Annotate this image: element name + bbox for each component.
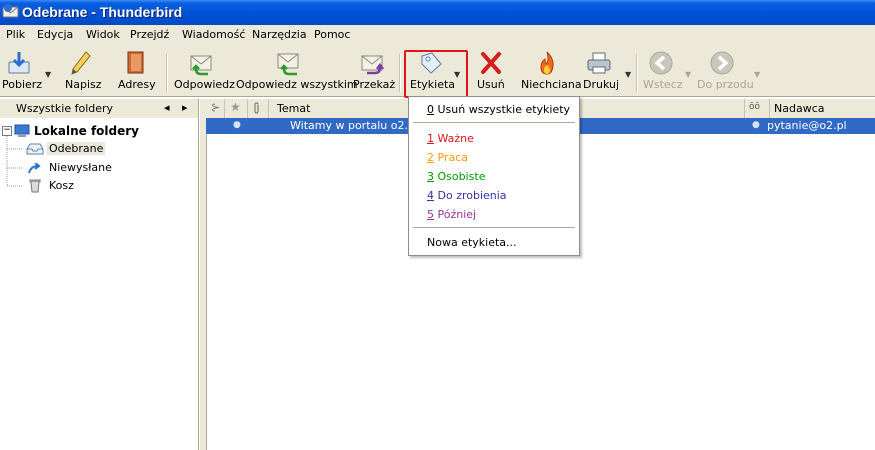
chevron-right-icon[interactable]: ▸ (182, 101, 188, 114)
thread-column[interactable]: ⊱ (206, 99, 225, 118)
menuitem-tag-personal[interactable]: 3 Osobiste (427, 170, 485, 183)
read-status-icon: ōō (749, 102, 761, 112)
read-dot-icon: ● (233, 120, 241, 130)
back-button[interactable]: Wstecz ▼ (641, 46, 693, 96)
menu-bar: Plik Edycja Widok Przejdź Wiadomość Narz… (0, 25, 875, 47)
forward-arrow-icon (710, 51, 734, 75)
chevron-down-icon[interactable]: ▼ (754, 70, 760, 79)
menu-separator (413, 227, 575, 228)
collapse-toggle[interactable]: − (2, 126, 12, 136)
folder-tree: − Lokalne foldery Odebrane Niewysłane Ko… (0, 118, 199, 450)
menu-message[interactable]: Wiadomość (182, 28, 245, 41)
trash-icon (29, 179, 41, 193)
toolbar-separator (166, 54, 168, 92)
sender-column[interactable]: Nadawca (770, 99, 875, 118)
chevron-down-icon[interactable]: ▼ (45, 70, 51, 79)
printer-icon (587, 52, 611, 74)
reply-button[interactable]: Odpowiedz (172, 46, 235, 96)
menu-view[interactable]: Widok (86, 28, 120, 41)
inbox-icon (26, 143, 44, 155)
forward-mail-icon (361, 55, 384, 75)
address-book-icon (127, 51, 144, 74)
delete-button[interactable]: Usuń (474, 46, 508, 96)
print-button[interactable]: Drukuj ▼ (581, 46, 633, 96)
attachment-column[interactable] (248, 99, 269, 118)
back-arrow-icon (649, 51, 673, 75)
pencil-icon (71, 51, 91, 75)
folder-trash-label: Kosz (49, 179, 74, 192)
delete-icon (481, 52, 501, 74)
reply-icon (190, 55, 212, 76)
folder-pane-header[interactable]: Wszystkie foldery ◂ ▸ (0, 99, 199, 119)
reply-all-button[interactable]: Odpowiedz wszystkim (234, 46, 358, 96)
menu-help[interactable]: Pomoc (314, 28, 350, 41)
thread-icon: ⊱ (211, 101, 221, 114)
tag-button-highlight (404, 50, 468, 98)
folder-root-label: Lokalne foldery (34, 124, 139, 138)
window-title: Odebrane - Thunderbird (22, 4, 183, 20)
menu-tools[interactable]: Narzędzia (252, 28, 307, 41)
menuitem-new-tag[interactable]: Nowa etykieta... (427, 236, 517, 249)
star-icon: ★ (230, 100, 241, 114)
menuitem-tag-todo[interactable]: 4 Do zrobienia (427, 189, 507, 202)
computer-icon (14, 124, 30, 137)
menuitem-tag-work[interactable]: 2 Praca (427, 151, 468, 164)
title-bar: Odebrane - Thunderbird (0, 0, 875, 25)
star-column[interactable]: ★ (225, 99, 248, 118)
reply-all-icon (277, 53, 299, 76)
menu-file[interactable]: Plik (6, 28, 25, 41)
menu-separator (413, 122, 575, 123)
read-column[interactable]: ōō (745, 99, 770, 118)
folder-inbox-label: Odebrane (47, 142, 106, 155)
write-button[interactable]: Napisz (60, 46, 104, 96)
pane-splitter[interactable] (199, 99, 207, 450)
menuitem-remove-all-tags[interactable]: 0 Usuń wszystkie etykiety (427, 103, 570, 116)
folder-view-label: Wszystkie foldery (16, 102, 114, 115)
junk-flame-icon (540, 51, 554, 75)
unread-dot-icon: ● (752, 120, 760, 130)
address-book-button[interactable]: Adresy (113, 46, 159, 96)
paperclip-icon (254, 102, 259, 114)
chevron-left-icon[interactable]: ◂ (164, 101, 170, 114)
message-sender: pytanie@o2.pl (767, 119, 847, 132)
menu-edit[interactable]: Edycja (37, 28, 73, 41)
tag-menu: 0 Usuń wszystkie etykiety 1 Ważne 2 Prac… (408, 96, 580, 256)
toolbar-separator (636, 54, 638, 92)
menuitem-tag-later[interactable]: 5 Później (427, 208, 476, 221)
sender-column-label: Nadawca (774, 102, 825, 115)
forward-nav-button[interactable]: Do przodu ▼ (696, 46, 764, 96)
message-subject: Witamy w portalu o2.pl (290, 119, 419, 132)
toolbar-separator (399, 54, 401, 92)
forward-button[interactable]: Przekaż (350, 46, 395, 96)
unsent-arrow-icon (28, 163, 41, 174)
get-mail-button[interactable]: Pobierz ▼ (0, 46, 52, 96)
thunderbird-icon (2, 4, 19, 18)
menuitem-tag-important[interactable]: 1 Ważne (427, 132, 474, 145)
menu-go[interactable]: Przejdź (130, 28, 169, 41)
chevron-down-icon[interactable]: ▼ (685, 70, 691, 79)
download-icon (8, 52, 30, 74)
chevron-down-icon[interactable]: ▼ (625, 70, 631, 79)
folder-unsent-label: Niewysłane (49, 161, 112, 174)
junk-button[interactable]: Niechciana (518, 46, 582, 96)
subject-column-label: Temat (277, 102, 311, 115)
